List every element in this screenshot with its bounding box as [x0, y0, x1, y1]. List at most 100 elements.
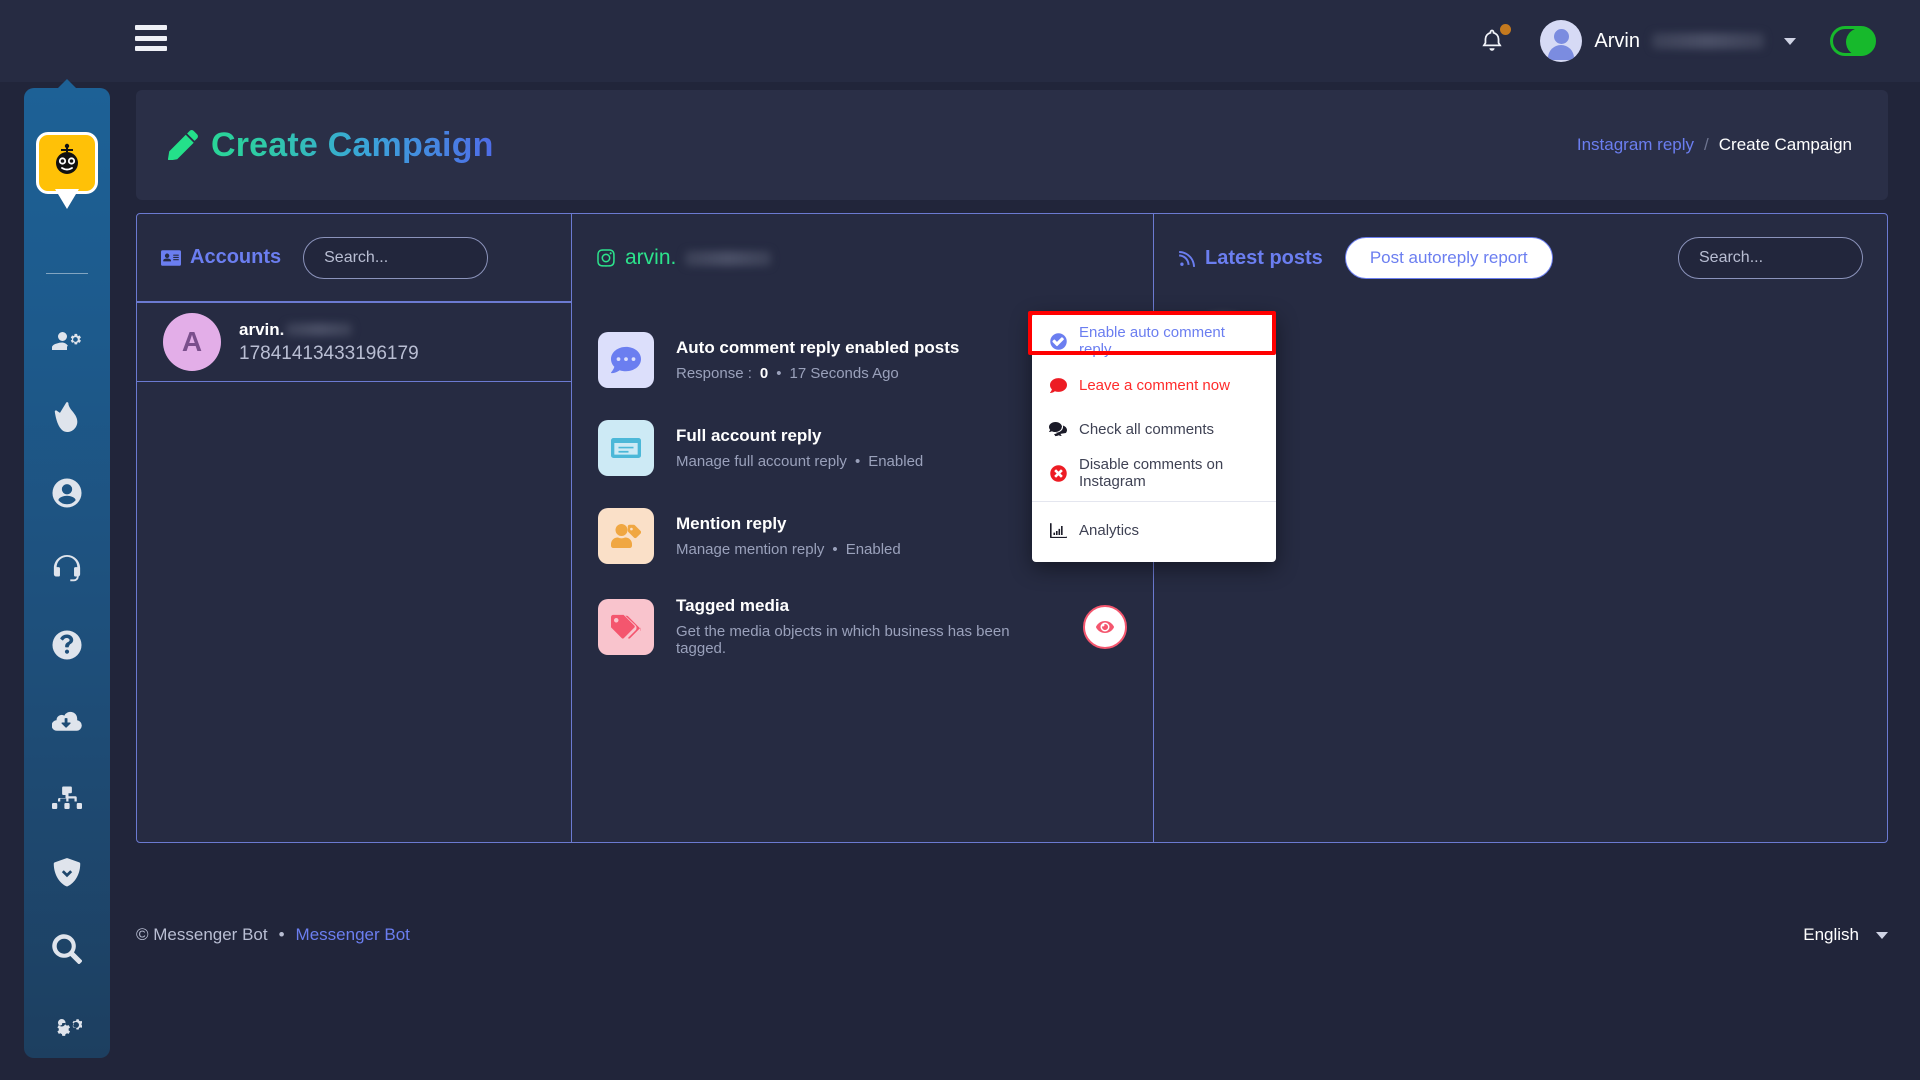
- tags-icon: [611, 614, 641, 639]
- post-autoreply-report-button[interactable]: Post autoreply report: [1344, 237, 1553, 279]
- sidebar-item-download[interactable]: [24, 683, 110, 759]
- rss-icon: [1179, 250, 1196, 267]
- action-title: Tagged media: [676, 596, 790, 615]
- footer-brand-link[interactable]: Messenger Bot: [296, 925, 410, 945]
- users-cog-icon: [52, 332, 81, 350]
- dropdown-item-label: Check all comments: [1079, 420, 1215, 438]
- sidebar-item-users-cog[interactable]: [24, 303, 110, 379]
- times-circle-icon: [1048, 464, 1068, 482]
- dropdown-item-enable-auto-comment-reply[interactable]: Enable auto comment reply: [1028, 311, 1276, 363]
- action-text: Full account reply Manage full account r…: [676, 426, 1061, 470]
- account-list-item[interactable]: A arvin. 17841413433196179: [137, 302, 571, 382]
- breadcrumb-current: Create Campaign: [1718, 135, 1852, 154]
- account-name-redacted: [286, 323, 353, 336]
- language-label: English: [1803, 925, 1859, 944]
- sidebar-item-fire[interactable]: [24, 379, 110, 455]
- language-selector[interactable]: English: [1803, 925, 1888, 945]
- latest-posts-title-text: Latest posts: [1205, 246, 1323, 269]
- account-id: 17841413433196179: [239, 342, 419, 364]
- account-name-row: arvin.: [239, 320, 419, 340]
- action-sub-suffix: 17 Seconds Ago: [789, 365, 899, 382]
- breadcrumb-parent-link[interactable]: Instagram reply: [1577, 135, 1694, 155]
- instagram-actions-header: arvin.: [572, 214, 1153, 302]
- fire-icon: [54, 402, 78, 432]
- action-text: Tagged media Get the media objects in wh…: [676, 596, 1061, 657]
- user-name: Arvin: [1594, 29, 1640, 52]
- dropdown-item-check-all-comments[interactable]: Check all comments: [1032, 407, 1276, 451]
- eye-icon: [1096, 620, 1114, 633]
- user-name-redacted: [1652, 33, 1764, 49]
- action-view-button[interactable]: [1083, 604, 1127, 649]
- bullet-separator: •: [854, 453, 861, 470]
- accounts-panel-header: Accounts: [137, 214, 571, 302]
- bullet-separator: •: [832, 541, 838, 558]
- sidebar-item-profile[interactable]: [24, 455, 110, 531]
- main-panels: Accounts A arvin. 17841413433196179 arvi…: [136, 213, 1888, 843]
- account-info: arvin. 17841413433196179: [239, 320, 419, 365]
- sidebar-items: [24, 303, 110, 1063]
- action-title: Mention reply: [676, 514, 787, 533]
- breadcrumb: Instagram reply / Create Campaign: [1577, 135, 1852, 155]
- sidebar-item-shield[interactable]: [24, 835, 110, 911]
- dropdown-item-label: Leave a comment now: [1079, 376, 1230, 394]
- account-avatar: A: [163, 313, 221, 371]
- account-avatar-initial: A: [181, 326, 203, 357]
- dropdown-item-analytics[interactable]: Analytics: [1032, 508, 1276, 552]
- comments-icon: [1048, 420, 1068, 438]
- robot-icon: [56, 143, 78, 174]
- question-circle-icon: [52, 630, 82, 660]
- action-sub-suffix: Enabled: [868, 453, 924, 470]
- instagram-account-label: arvin.: [596, 246, 772, 270]
- messenger-bot-logo[interactable]: [36, 132, 98, 194]
- page-title-text: Create Campaign: [211, 125, 494, 164]
- action-title: Full account reply: [676, 426, 822, 445]
- page-header-card: Create Campaign Instagram reply / Create…: [136, 90, 1888, 200]
- notification-badge-dot: [1500, 24, 1512, 35]
- action-sub-suffix: Enabled: [845, 541, 901, 558]
- action-text: Auto comment reply enabled posts Respons…: [676, 338, 1061, 382]
- pencil-icon: [168, 130, 198, 160]
- action-text: Mention reply Manage mention reply • Ena…: [676, 514, 1061, 558]
- action-thumb: [598, 332, 654, 388]
- bullet-separator: •: [776, 365, 782, 382]
- footer-copyright: © Messenger Bot • Messenger Bot: [136, 925, 410, 945]
- action-sub-prefix: Manage mention reply: [676, 541, 825, 558]
- sidebar-item-help[interactable]: [24, 607, 110, 683]
- latest-posts-header: Latest posts Post autoreply report: [1154, 214, 1887, 302]
- instagram-account-redacted: [685, 250, 772, 266]
- footer: © Messenger Bot • Messenger Bot English: [136, 910, 1888, 960]
- dropdown-item-label: Analytics: [1079, 521, 1140, 539]
- breadcrumb-separator: /: [1704, 135, 1709, 154]
- headset-icon: [53, 554, 81, 582]
- latest-posts-title: Latest posts: [1178, 247, 1323, 270]
- check-circle-icon: [1048, 332, 1068, 350]
- post-actions-dropdown: Enable auto comment reply Leave a commen…: [1028, 311, 1276, 562]
- chevron-down-icon: [1876, 931, 1888, 939]
- sidebar-item-sitemap[interactable]: [24, 759, 110, 835]
- hamburger-icon[interactable]: [135, 25, 167, 51]
- chevron-down-icon: [1784, 37, 1796, 45]
- dropdown-item-leave-a-comment-now[interactable]: Leave a comment now: [1032, 363, 1276, 407]
- accounts-search-input[interactable]: [303, 236, 489, 279]
- sidebar-item-settings[interactable]: [24, 987, 110, 1063]
- user-menu[interactable]: Arvin: [1540, 20, 1796, 62]
- action-sub-prefix: Manage full account reply: [676, 453, 847, 470]
- posts-search-input[interactable]: [1678, 237, 1863, 279]
- address-card-icon: [161, 249, 181, 266]
- sidebar-item-search[interactable]: [24, 911, 110, 987]
- action-item-tagged-media[interactable]: Tagged media Get the media objects in wh…: [572, 580, 1153, 673]
- top-bar: Arvin: [0, 0, 1920, 82]
- accounts-panel: Accounts A arvin. 17841413433196179: [137, 214, 572, 842]
- instagram-account-name: arvin.: [625, 246, 677, 269]
- action-thumb: [598, 508, 654, 564]
- sidebar-item-support[interactable]: [24, 531, 110, 607]
- notifications-button[interactable]: [1474, 21, 1514, 61]
- action-sub-prefix: Get the media objects in which business …: [676, 623, 1010, 657]
- dropdown-item-disable-comments-on-instagram[interactable]: Disable comments on Instagram: [1032, 451, 1276, 495]
- shield-chevron-icon: [53, 858, 81, 887]
- cloud-download-icon: [52, 711, 82, 731]
- theme-toggle-switch[interactable]: [1830, 26, 1876, 56]
- action-thumb: [598, 598, 654, 655]
- footer-copyright-text: © Messenger Bot: [136, 925, 268, 944]
- action-thumb: [598, 420, 654, 476]
